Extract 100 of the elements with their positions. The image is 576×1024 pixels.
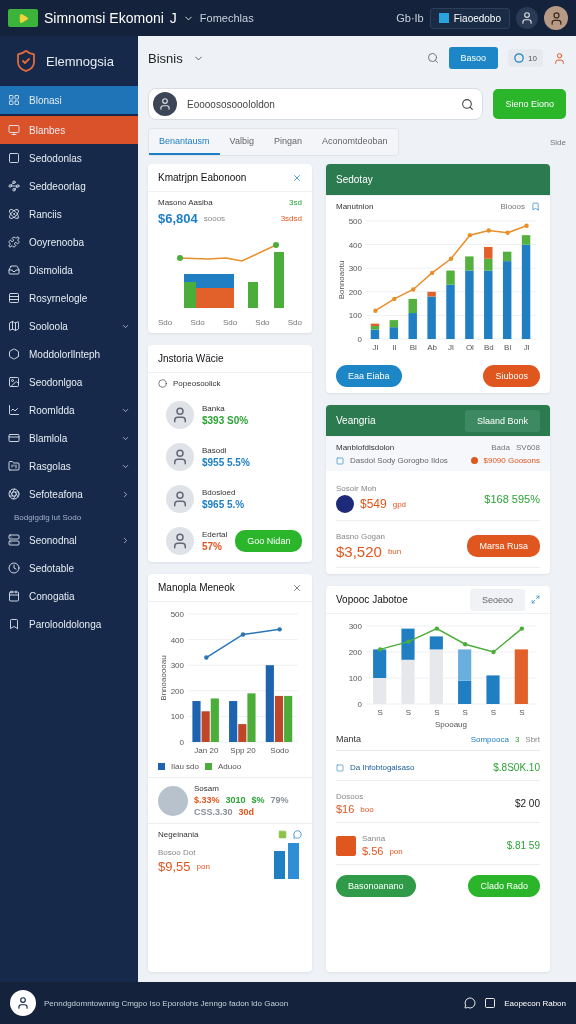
chart-point bbox=[373, 308, 378, 313]
top-action-button[interactable]: Fiaoedobo bbox=[429, 7, 510, 29]
tab[interactable]: Valbig bbox=[219, 129, 264, 155]
search-icon bbox=[461, 97, 475, 111]
chart-point bbox=[411, 287, 416, 292]
row-link[interactable]: Da Ihfobtogalsaso bbox=[350, 763, 415, 772]
tab[interactable]: Benantausm bbox=[149, 129, 220, 155]
card-title: Sedotay bbox=[336, 174, 373, 185]
menu-icon bbox=[8, 404, 20, 416]
tab[interactable]: Aconomtdeoban bbox=[311, 129, 398, 155]
sidebar-item[interactable]: Seonodnal bbox=[0, 526, 138, 554]
sidebar-item[interactable]: Ooyrenooba bbox=[0, 228, 138, 256]
menu-icon bbox=[8, 618, 20, 630]
sidebar-item[interactable]: Seodonlgoa bbox=[0, 368, 138, 396]
sidebar-item[interactable]: Blanbes bbox=[0, 116, 138, 144]
menu-icon bbox=[8, 488, 20, 500]
avatar-icon bbox=[153, 92, 177, 116]
sidebar-item[interactable]: Blonasi bbox=[0, 86, 138, 114]
square-icon bbox=[336, 763, 344, 772]
menu-icon bbox=[8, 562, 20, 574]
sidebar-item[interactable]: Sefoteafona bbox=[0, 480, 138, 508]
user-avatar[interactable] bbox=[516, 7, 538, 29]
legend-label: Aduoo bbox=[218, 762, 242, 771]
person-name: Basodi bbox=[202, 446, 228, 455]
row-caption: Basno Gogan bbox=[336, 532, 386, 541]
sidebar-item[interactable]: Seddeoorlag bbox=[0, 172, 138, 200]
chart-point bbox=[448, 256, 454, 261]
item-value: $% bbox=[251, 795, 265, 805]
toggle-control[interactable]: 10 bbox=[508, 49, 543, 67]
sidebar-item[interactable]: Sedodonlas bbox=[0, 144, 138, 172]
filter-label: Popeosoolick bbox=[173, 379, 221, 388]
menu-icon bbox=[8, 292, 20, 304]
axis-category-label: Bl bbox=[504, 343, 512, 352]
footer-action[interactable]: Eaopecon Rabon bbox=[504, 998, 566, 1008]
person-name: Banka bbox=[202, 404, 226, 413]
chart-bar bbox=[486, 675, 500, 704]
chart-point bbox=[277, 627, 282, 632]
axis-category-label: S bbox=[490, 708, 497, 717]
circle-icon bbox=[514, 53, 525, 63]
mini-label: Bosoo Dot bbox=[158, 848, 197, 857]
axis-tick-label: 0 bbox=[179, 738, 184, 747]
person-name: Bdosloed bbox=[202, 488, 237, 497]
axis-category-label: Sdo bbox=[287, 318, 302, 327]
axis-category-label: Jl bbox=[523, 343, 530, 352]
menu-icon bbox=[8, 208, 20, 220]
user-icon bbox=[553, 51, 566, 65]
sidebar-item[interactable]: Sedotable bbox=[0, 554, 138, 582]
item-title: Sosam bbox=[194, 784, 220, 793]
chart-point bbox=[240, 632, 246, 637]
axis-category-label: Bd bbox=[483, 343, 494, 352]
chat-icon bbox=[464, 997, 477, 1009]
sidebar-item[interactable]: Roomldda bbox=[0, 396, 138, 424]
action-button[interactable]: Siuboos bbox=[483, 365, 540, 387]
menu-icon bbox=[8, 376, 20, 388]
search-input[interactable]: Eoooososooololdon bbox=[185, 97, 454, 111]
metric-label: Masono Aasiba bbox=[158, 198, 213, 207]
axis-category-label: Jl bbox=[448, 343, 454, 352]
header-button[interactable]: Basoo bbox=[448, 47, 499, 69]
chart-bar bbox=[201, 711, 210, 742]
axis-tick-label: 200 bbox=[170, 686, 184, 696]
square-icon bbox=[336, 456, 344, 465]
axis-title: Bnnoaoooau bbox=[159, 655, 168, 701]
sidebar-item[interactable]: Conogatia bbox=[0, 582, 138, 610]
profile-avatar[interactable] bbox=[544, 6, 568, 30]
item-value: 30d bbox=[238, 807, 255, 817]
close-icon bbox=[292, 172, 302, 183]
section-title[interactable]: Bisnis bbox=[148, 50, 183, 66]
chart-point bbox=[467, 232, 473, 238]
menu-icon bbox=[8, 590, 20, 602]
menu-icon bbox=[8, 124, 20, 136]
sidebar-item[interactable]: Moddolorllnteph bbox=[0, 340, 138, 368]
axis-tick-label: 500 bbox=[348, 217, 362, 226]
sidebar-item[interactable]: Blamlola bbox=[0, 424, 138, 452]
badge-value: 3sd bbox=[289, 198, 302, 207]
close-icon bbox=[292, 582, 302, 593]
sidebar-item[interactable]: Dismolida bbox=[0, 256, 138, 284]
sidebar-item[interactable]: Parolooldolonga bbox=[0, 610, 138, 638]
list-link[interactable]: Sompooca bbox=[470, 734, 509, 744]
play-logo-icon bbox=[8, 9, 38, 27]
device-photo-placeholder bbox=[158, 785, 188, 816]
sidebar-item[interactable]: Bodgigdlg lut Sodo bbox=[0, 508, 138, 526]
sidebar-item[interactable]: Sooloola bbox=[0, 312, 138, 340]
note-text: Dasdol Sody Gorogbo Ildos bbox=[350, 456, 448, 465]
action-button[interactable]: Basonoanano bbox=[336, 875, 416, 897]
axis-category-label: S bbox=[434, 708, 440, 717]
axis-category-label: Sdo bbox=[222, 318, 238, 327]
header-button[interactable]: Slaand Bonk bbox=[464, 409, 540, 432]
sidebar-item[interactable]: Rasgolas bbox=[0, 452, 138, 480]
header-button[interactable]: Seoeoo bbox=[469, 588, 525, 611]
expand-icon bbox=[531, 595, 540, 604]
search-field[interactable]: Eoooososooololdon bbox=[148, 88, 484, 120]
tab[interactable]: Pingan bbox=[263, 129, 312, 155]
action-button[interactable]: Eaa Eiaba bbox=[336, 365, 402, 387]
person-value: $955 5.5% bbox=[202, 457, 251, 468]
chart-bar bbox=[274, 252, 284, 308]
axis-category-label: S bbox=[462, 708, 468, 717]
row-button[interactable]: Marsa Rusa bbox=[467, 535, 540, 557]
sidebar-item[interactable]: Ranciis bbox=[0, 200, 138, 228]
sidebar-item[interactable]: Rosyrnelogle bbox=[0, 284, 138, 312]
metric-note: sooos bbox=[203, 214, 226, 223]
